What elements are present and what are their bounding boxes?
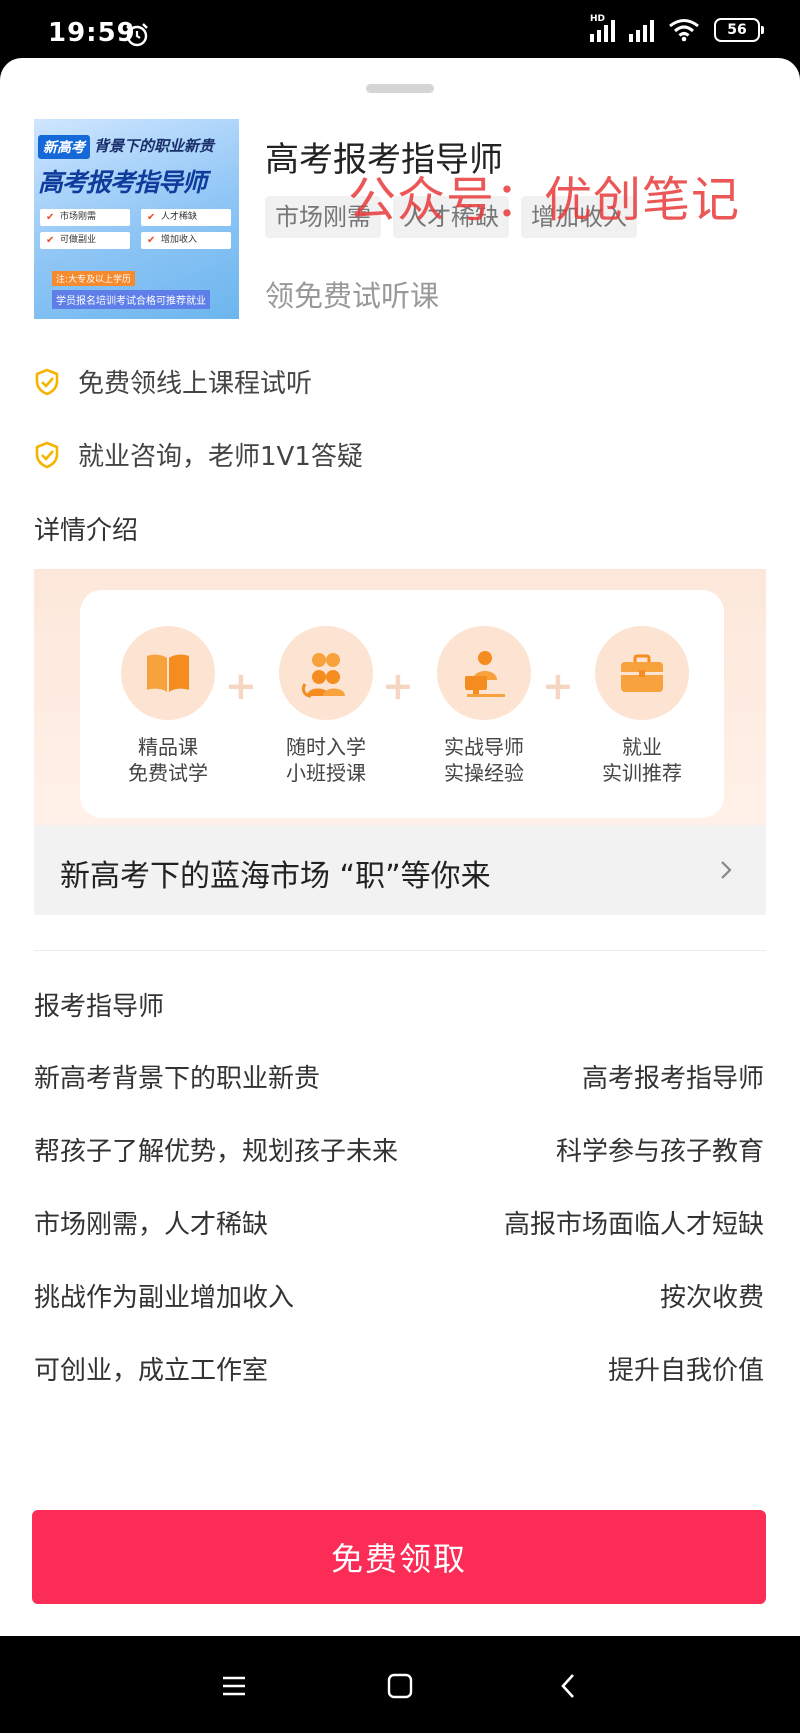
alarm-icon <box>126 23 148 47</box>
shield-check-icon <box>35 441 59 468</box>
spec-left: 市场刚需，人才稀缺 <box>34 1210 269 1240</box>
home-button[interactable] <box>380 1666 420 1706</box>
spec-left: 新高考背景下的职业新贵 <box>34 1064 321 1094</box>
wifi-icon <box>669 19 699 42</box>
banner-link-bar[interactable]: 新高考下的蓝海市场 “职”等你来 <box>34 825 766 915</box>
spec-row: 新高考背景下的职业新贵 高考报考指导师 <box>34 1058 764 1098</box>
briefcase-icon <box>621 654 663 692</box>
feature-line: 实训推荐 <box>602 761 682 785</box>
cover-badge: 新高考 <box>38 135 90 159</box>
claim-free-button[interactable]: 免费领取 <box>32 1510 766 1604</box>
spec-row: 帮孩子了解优势，规划孩子未来 科学参与孩子教育 <box>34 1131 764 1171</box>
feature-line: 随时入学 <box>286 735 366 759</box>
product-cover-image: 新高考 背景下的职业新贵 高考报考指导师 市场刚需 人才稀缺 可做副业 增加收入… <box>34 119 239 319</box>
divider <box>34 950 766 951</box>
feature-line: 精品课 <box>138 735 198 759</box>
feature-item: 实战导师 实操经验 <box>414 626 554 786</box>
back-button[interactable] <box>548 1666 588 1706</box>
spec-left: 帮孩子了解优势，规划孩子未来 <box>34 1137 399 1167</box>
feature-line: 实战导师 <box>444 735 524 759</box>
plus-icon: + <box>382 664 414 708</box>
spec-right: 高考报考指导师 <box>581 1064 764 1094</box>
benefit-item: 就业咨询，老师1V1答疑 <box>34 436 363 473</box>
cover-footnote: 注:大专及以上学历 <box>52 271 136 286</box>
watermark-text: 公众号：优创笔记 <box>348 172 741 228</box>
teacher-icon <box>465 651 505 697</box>
cover-subtitle: 背景下的职业新贵 <box>94 137 215 155</box>
sheet-drag-handle[interactable] <box>366 84 434 93</box>
benefit-item: 免费领线上课程试听 <box>34 363 312 400</box>
cover-cell: 市场刚需 <box>40 209 130 226</box>
group-icon <box>301 653 345 698</box>
spec-row: 挑战作为副业增加收入 按次收费 <box>34 1277 764 1317</box>
chevron-right-icon <box>721 861 732 879</box>
details-title: 详情介绍 <box>34 516 139 546</box>
spec-left: 挑战作为副业增加收入 <box>34 1283 295 1313</box>
cover-cell: 人才稀缺 <box>141 209 231 226</box>
book-icon <box>147 654 189 692</box>
feature-card: 精品课 免费试学 + 随时入学 小班授课 + 实战导师 实操经验 + 就业 实训… <box>80 590 724 818</box>
battery-level: 56 <box>727 22 747 38</box>
feature-line: 免费试学 <box>128 761 208 785</box>
spec-right: 高报市场面临人才短缺 <box>503 1210 764 1240</box>
signal-icon: HD <box>590 14 615 42</box>
menu-icon <box>223 1676 245 1696</box>
home-icon <box>387 1673 413 1699</box>
spec-left: 可创业，成立工作室 <box>34 1356 269 1386</box>
back-icon <box>561 1674 574 1698</box>
cover-cell: 增加收入 <box>141 232 231 249</box>
feature-item: 精品课 免费试学 <box>98 626 238 786</box>
benefit-text: 就业咨询，老师1V1答疑 <box>78 442 363 472</box>
cover-cell: 可做副业 <box>40 232 130 249</box>
status-time: 19:59 <box>48 18 136 48</box>
spec-right: 提升自我价值 <box>607 1356 764 1386</box>
detail-banner[interactable]: 精品课 免费试学 + 随时入学 小班授课 + 实战导师 实操经验 + 就业 实训… <box>34 569 766 825</box>
cover-feature-grid: 市场刚需 人才稀缺 可做副业 增加收入 <box>40 209 233 251</box>
plus-icon: + <box>225 664 257 708</box>
menu-button[interactable] <box>214 1666 254 1706</box>
network-label: HD <box>590 14 606 24</box>
signal-icon-2 <box>629 18 654 42</box>
spec-title: 报考指导师 <box>34 992 165 1022</box>
spec-right: 按次收费 <box>659 1283 764 1313</box>
spec-right: 科学参与孩子教育 <box>555 1137 764 1167</box>
feature-line: 小班授课 <box>286 761 366 785</box>
feature-line: 实操经验 <box>444 761 524 785</box>
status-bar: 19:59 HD 56 <box>0 0 800 60</box>
shield-check-icon <box>35 368 59 395</box>
feature-item: 就业 实训推荐 <box>572 626 712 786</box>
banner-link-text: 新高考下的蓝海市场 “职”等你来 <box>60 859 491 894</box>
cover-title: 高考报考指导师 <box>38 168 207 197</box>
trial-text: 领免费试听课 <box>265 279 440 313</box>
battery-icon: 56 <box>714 18 764 42</box>
plus-icon: + <box>542 664 574 708</box>
cover-banner: 学员报名培训考试合格可推荐就业 <box>52 290 210 309</box>
benefit-text: 免费领线上课程试听 <box>78 369 313 399</box>
spec-row: 市场刚需，人才稀缺 高报市场面临人才短缺 <box>34 1204 764 1244</box>
feature-line: 就业 <box>622 735 662 759</box>
system-nav-bar <box>0 1636 800 1733</box>
feature-item: 随时入学 小班授课 <box>256 626 396 786</box>
spec-row: 可创业，成立工作室 提升自我价值 <box>34 1350 764 1390</box>
bottom-sheet: 新高考 背景下的职业新贵 高考报考指导师 市场刚需 人才稀缺 可做副业 增加收入… <box>0 58 800 1636</box>
